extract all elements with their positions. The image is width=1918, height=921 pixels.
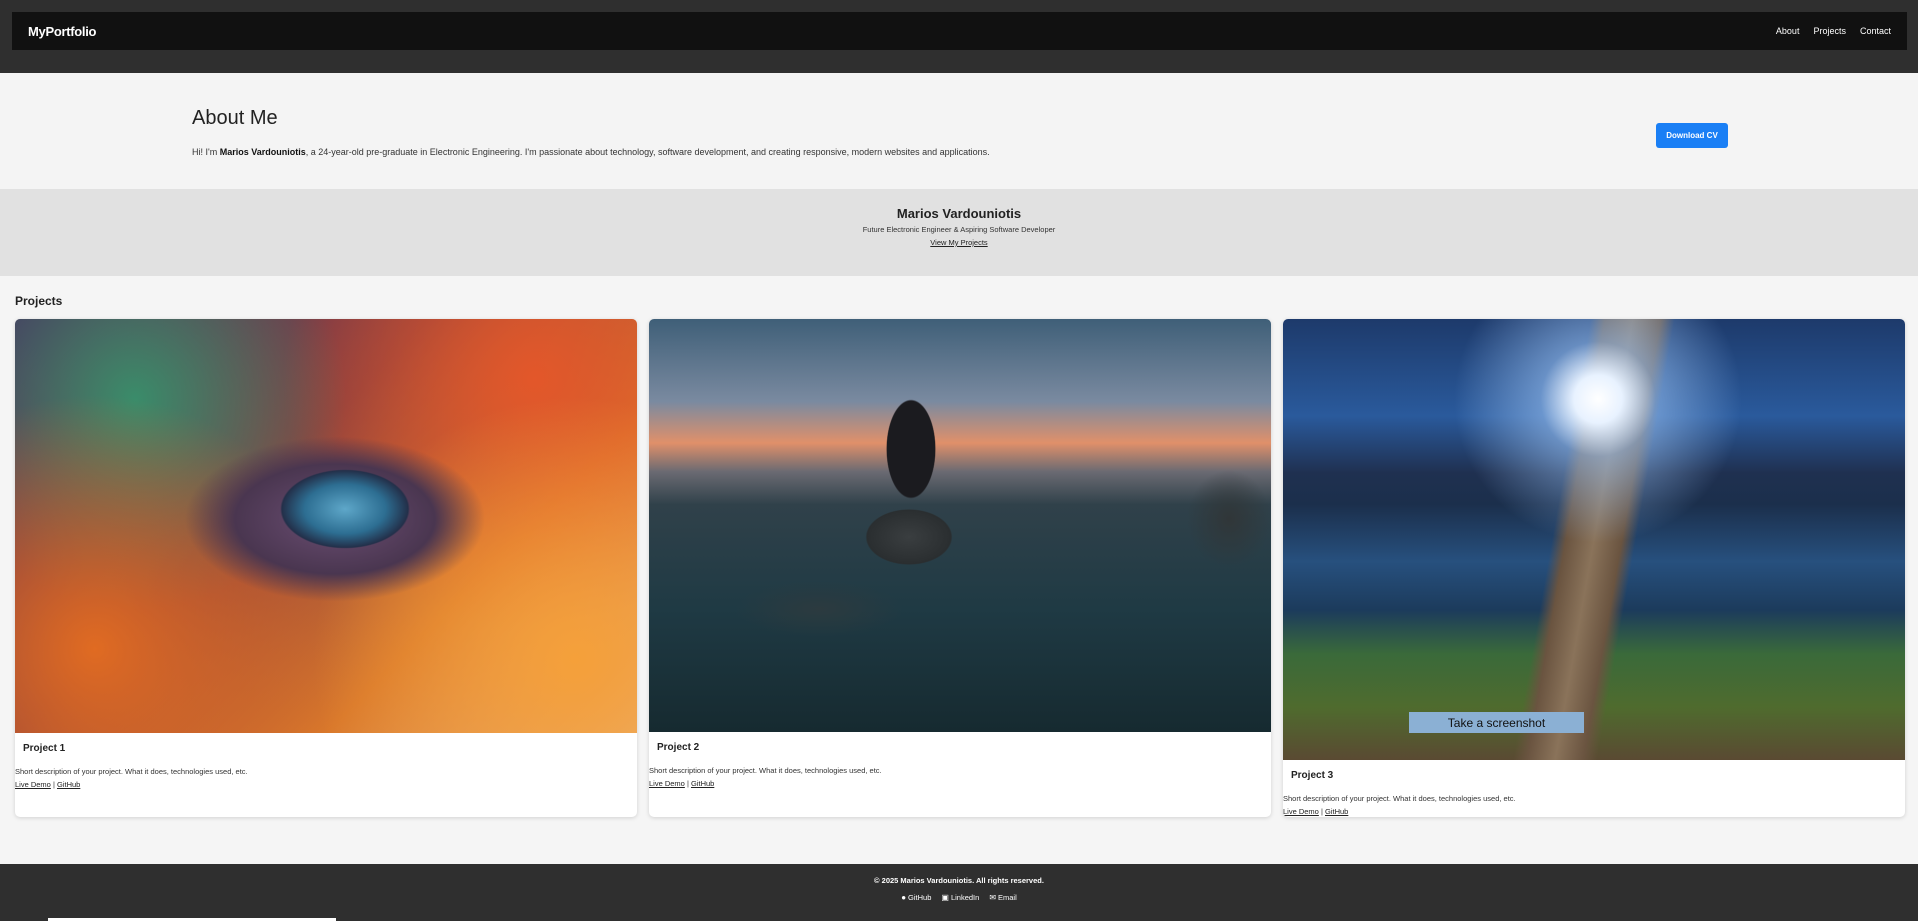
download-cv-button[interactable]: Download CV xyxy=(1656,123,1728,148)
project-1-github-link[interactable]: GitHub xyxy=(57,780,80,789)
footer-copyright: © 2025 Marios Vardouniotis. All rights r… xyxy=(874,876,1044,885)
nav-link-contact[interactable]: Contact xyxy=(1860,26,1891,36)
project-2-description: Short description of your project. What … xyxy=(649,766,882,775)
nav-link-projects[interactable]: Projects xyxy=(1813,26,1846,36)
view-projects-link[interactable]: View My Projects xyxy=(0,238,1918,247)
linkedin-icon: ▣ xyxy=(941,893,949,902)
footer-email-link[interactable]: ✉ Email xyxy=(989,893,1016,902)
hero-name: Marios Vardouniotis xyxy=(896,206,1022,221)
nav-links: About Projects Contact xyxy=(1776,26,1891,36)
hero-section: Marios Vardouniotis Future Electronic En… xyxy=(0,189,1918,276)
navbar: MyPortfolio About Projects Contact xyxy=(12,12,1907,50)
intro-suffix: , a 24-year-old pre-graduate in Electron… xyxy=(305,147,990,157)
project-1-live-demo-link[interactable]: Live Demo xyxy=(15,780,51,789)
project-card-1: Project 1 Short description of your proj… xyxy=(15,319,637,817)
project-2-title: Project 2 xyxy=(657,742,700,753)
project-3-title: Project 3 xyxy=(1291,770,1334,781)
about-section: About Me Hi! I'm Marios Vardouniotis, a … xyxy=(0,73,1918,189)
project-3-description: Short description of your project. What … xyxy=(1283,794,1516,803)
footer-github-label: GitHub xyxy=(908,893,932,902)
footer-linkedin-label: LinkedIn xyxy=(950,893,980,902)
project-2-links: Live Demo | GitHub xyxy=(649,779,714,788)
project-2-live-demo-link[interactable]: Live Demo xyxy=(649,779,685,788)
project-1-image xyxy=(15,319,637,733)
project-2-image xyxy=(649,319,1271,732)
about-title: About Me xyxy=(192,107,278,129)
footer: © 2025 Marios Vardouniotis. All rights r… xyxy=(0,864,1918,921)
footer-links: ● GitHub ▣ LinkedIn ✉ Email xyxy=(0,893,1918,902)
projects-heading: Projects xyxy=(15,294,63,308)
hero-subtitle: Future Electronic Engineer & Aspiring So… xyxy=(862,225,1056,234)
github-icon: ● xyxy=(901,893,907,902)
project-3-live-demo-link[interactable]: Live Demo xyxy=(1283,807,1319,816)
take-screenshot-button[interactable]: Take a screenshot xyxy=(1409,712,1584,733)
footer-linkedin-link[interactable]: ▣ LinkedIn xyxy=(941,893,979,902)
project-3-github-link[interactable]: GitHub xyxy=(1325,807,1348,816)
email-icon: ✉ xyxy=(989,893,997,902)
project-card-2: Project 2 Short description of your proj… xyxy=(649,319,1271,817)
footer-github-link[interactable]: ● GitHub xyxy=(901,893,931,902)
nav-link-about[interactable]: About xyxy=(1776,26,1800,36)
project-3-image xyxy=(1283,319,1905,760)
project-3-links: Live Demo | GitHub xyxy=(1283,807,1348,816)
project-2-github-link[interactable]: GitHub xyxy=(691,779,714,788)
brand-logo[interactable]: MyPortfolio xyxy=(28,24,97,39)
project-card-3: Project 3 Short description of your proj… xyxy=(1283,319,1905,817)
project-1-description: Short description of your project. What … xyxy=(15,767,248,776)
footer-email-label: Email xyxy=(998,893,1017,902)
about-intro: Hi! I'm Marios Vardouniotis, a 24-year-o… xyxy=(192,147,990,157)
intro-prefix: Hi! I'm xyxy=(192,147,220,157)
intro-name: Marios Vardouniotis xyxy=(219,147,306,157)
project-1-links: Live Demo | GitHub xyxy=(15,780,80,789)
project-1-title: Project 1 xyxy=(23,743,66,754)
